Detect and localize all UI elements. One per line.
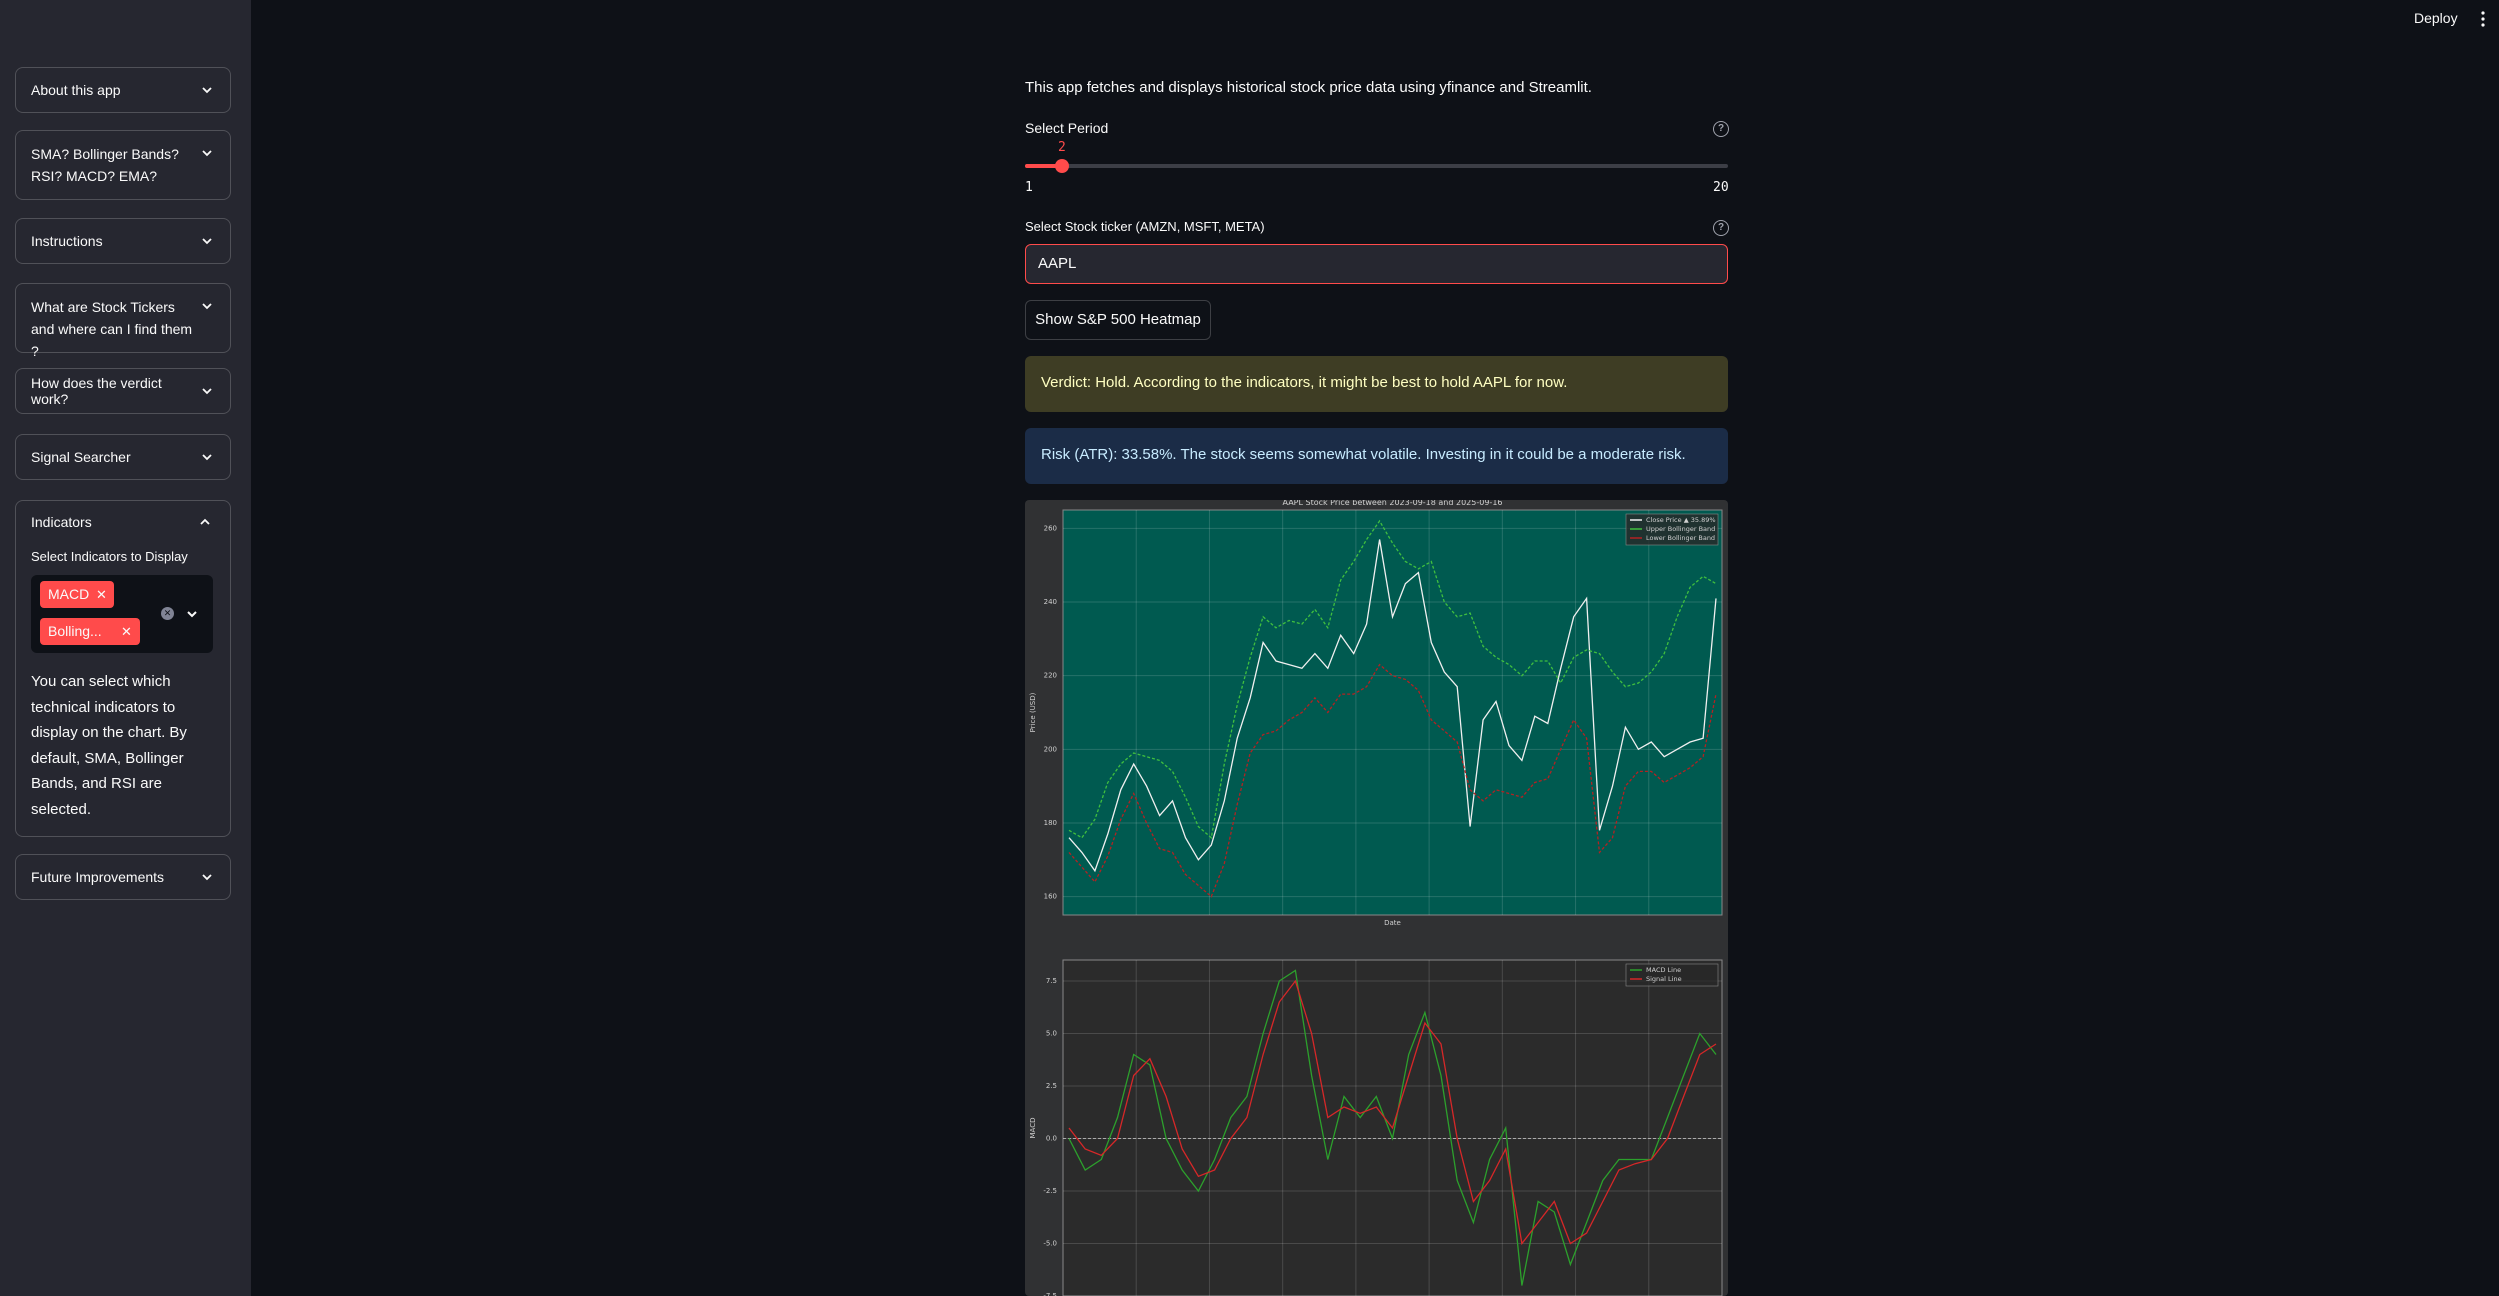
indicators-multiselect[interactable]: MACD ✕ Bolling... ✕ ✕ bbox=[31, 575, 213, 653]
chart-0-legend-label-2: Lower Bollinger Band bbox=[1646, 534, 1715, 542]
chart-0-ylabel: Price (USD) bbox=[1029, 692, 1037, 732]
expander-tickers-label: What are Stock Tickers and where can I f… bbox=[31, 299, 193, 359]
chart-0-title: AAPL Stock Price between 2023-09-18 and … bbox=[1283, 500, 1503, 507]
expander-about[interactable]: About this app bbox=[15, 67, 231, 113]
slider-track bbox=[1025, 164, 1728, 168]
chart-1-ytick-label: -7.5 bbox=[1043, 1292, 1057, 1296]
chart-1-ylabel: MACD bbox=[1029, 1118, 1037, 1139]
expander-tickers[interactable]: What are Stock Tickers and where can I f… bbox=[15, 283, 231, 359]
chevron-up-icon bbox=[197, 514, 213, 530]
chevron-down-icon bbox=[199, 298, 215, 314]
expander-verdict-label: How does the verdict work? bbox=[31, 375, 162, 407]
expander-instructions-label: Instructions bbox=[31, 233, 103, 249]
main-menu-icon[interactable] bbox=[2478, 8, 2488, 32]
expander-indicators-label: Indicators bbox=[31, 514, 92, 530]
chart-0-ytick-label: 200 bbox=[1044, 745, 1057, 753]
chart-0-legend-label-1: Upper Bollinger Band bbox=[1646, 525, 1715, 533]
intro-text: This app fetches and displays historical… bbox=[1025, 79, 1592, 96]
slider-min: 1 bbox=[1025, 180, 1033, 195]
chart-figure: 160 180 200 220 240 260 AAPL Stock Price betwe… bbox=[1025, 500, 1728, 1296]
risk-alert: Risk (ATR): 33.58%. The stock seems some… bbox=[1025, 428, 1728, 484]
ticker-help-icon[interactable]: ? bbox=[1713, 220, 1729, 236]
expander-future-label: Future Improvements bbox=[31, 869, 165, 885]
chip-bollinger-label: Bolling... bbox=[48, 623, 102, 639]
chart-svg: 160 180 200 220 240 260 AAPL Stock Price betwe… bbox=[1029, 500, 1723, 1296]
heatmap-button[interactable]: Show S&P 500 Heatmap bbox=[1025, 300, 1211, 340]
chart-0-ytick-label: 240 bbox=[1044, 598, 1057, 606]
chart-1-ytick-label: 2.5 bbox=[1046, 1082, 1057, 1090]
chevron-down-icon bbox=[199, 449, 215, 465]
verdict-text: Verdict: Hold. According to the indicato… bbox=[1041, 374, 1568, 391]
chevron-down-icon bbox=[199, 145, 215, 161]
chart-1-legend-label-1: Signal Line bbox=[1646, 975, 1682, 983]
chevron-down-icon bbox=[199, 869, 215, 885]
indicators-description: You can select which technical indicator… bbox=[31, 673, 187, 818]
risk-text: Risk (ATR): 33.58%. The stock seems some… bbox=[1041, 446, 1686, 463]
slider-max: 20 bbox=[1713, 180, 1729, 195]
indicators-select-label: Select Indicators to Display bbox=[31, 549, 188, 564]
chip-macd-remove-icon[interactable]: ✕ bbox=[96, 581, 107, 608]
ticker-input[interactable]: AAPL bbox=[1025, 244, 1728, 284]
chart-0-ytick-label: 220 bbox=[1044, 672, 1057, 680]
expander-verdict[interactable]: How does the verdict work? bbox=[15, 368, 231, 414]
period-help-icon[interactable]: ? bbox=[1713, 121, 1729, 137]
expander-signal[interactable]: Signal Searcher bbox=[15, 434, 231, 480]
expander-indicators: Indicators Select Indicators to Display … bbox=[15, 500, 231, 837]
chevron-down-icon bbox=[199, 383, 215, 399]
ticker-input-value: AAPL bbox=[1038, 255, 1077, 272]
chart-0-legend-label-0: Close Price ▲ 35.89% bbox=[1646, 516, 1716, 524]
slider-thumb[interactable] bbox=[1054, 159, 1069, 173]
chart-1-legend-label-0: MACD Line bbox=[1646, 966, 1681, 974]
sidebar: About this app SMA? Bollinger Bands? RSI… bbox=[0, 0, 251, 1296]
verdict-alert: Verdict: Hold. According to the indicato… bbox=[1025, 356, 1728, 412]
chip-macd-label: MACD bbox=[48, 586, 90, 602]
slider-value: 2 bbox=[1057, 140, 1066, 155]
chart-0-ytick-label: 260 bbox=[1044, 524, 1057, 532]
chip-bollinger-remove-icon[interactable]: ✕ bbox=[121, 618, 132, 645]
expander-indicators-header[interactable]: Indicators bbox=[16, 501, 230, 543]
chart-0-ytick-label: 180 bbox=[1044, 819, 1057, 827]
chip-macd: MACD ✕ bbox=[40, 581, 114, 608]
chevron-down-icon bbox=[199, 82, 215, 98]
chart-0-plot-area bbox=[1062, 509, 1723, 916]
deploy-button[interactable]: Deploy bbox=[2414, 10, 2458, 26]
expander-instructions[interactable]: Instructions bbox=[15, 218, 231, 264]
chip-bollinger: Bolling... ✕ bbox=[40, 618, 140, 645]
chart-1-ytick-label: 5.0 bbox=[1046, 1030, 1057, 1038]
expander-future[interactable]: Future Improvements bbox=[15, 854, 231, 900]
chevron-down-icon[interactable] bbox=[184, 606, 200, 622]
chevron-down-icon bbox=[199, 233, 215, 249]
chart-0-ytick-label: 160 bbox=[1044, 893, 1057, 901]
expander-sma[interactable]: SMA? Bollinger Bands? RSI? MACD? EMA? bbox=[15, 130, 231, 200]
expander-signal-label: Signal Searcher bbox=[31, 449, 131, 465]
expander-sma-label: SMA? Bollinger Bands? RSI? MACD? EMA? bbox=[31, 146, 179, 184]
expander-about-label: About this app bbox=[31, 82, 121, 98]
chart-1-ytick-label: -5.0 bbox=[1043, 1240, 1057, 1248]
chart-1-ytick-label: -2.5 bbox=[1043, 1187, 1057, 1195]
period-label: Select Period bbox=[1025, 120, 1109, 136]
ticker-label: Select Stock ticker (AMZN, MSFT, META) bbox=[1025, 219, 1265, 234]
clear-all-icon[interactable]: ✕ bbox=[161, 607, 174, 620]
chart-1-ytick-label: 7.5 bbox=[1046, 977, 1057, 985]
period-slider[interactable]: 2 bbox=[1025, 140, 1728, 192]
chart-1-ytick-label: 0.0 bbox=[1046, 1135, 1057, 1143]
chart-0-xlabel: Date bbox=[1384, 919, 1401, 927]
